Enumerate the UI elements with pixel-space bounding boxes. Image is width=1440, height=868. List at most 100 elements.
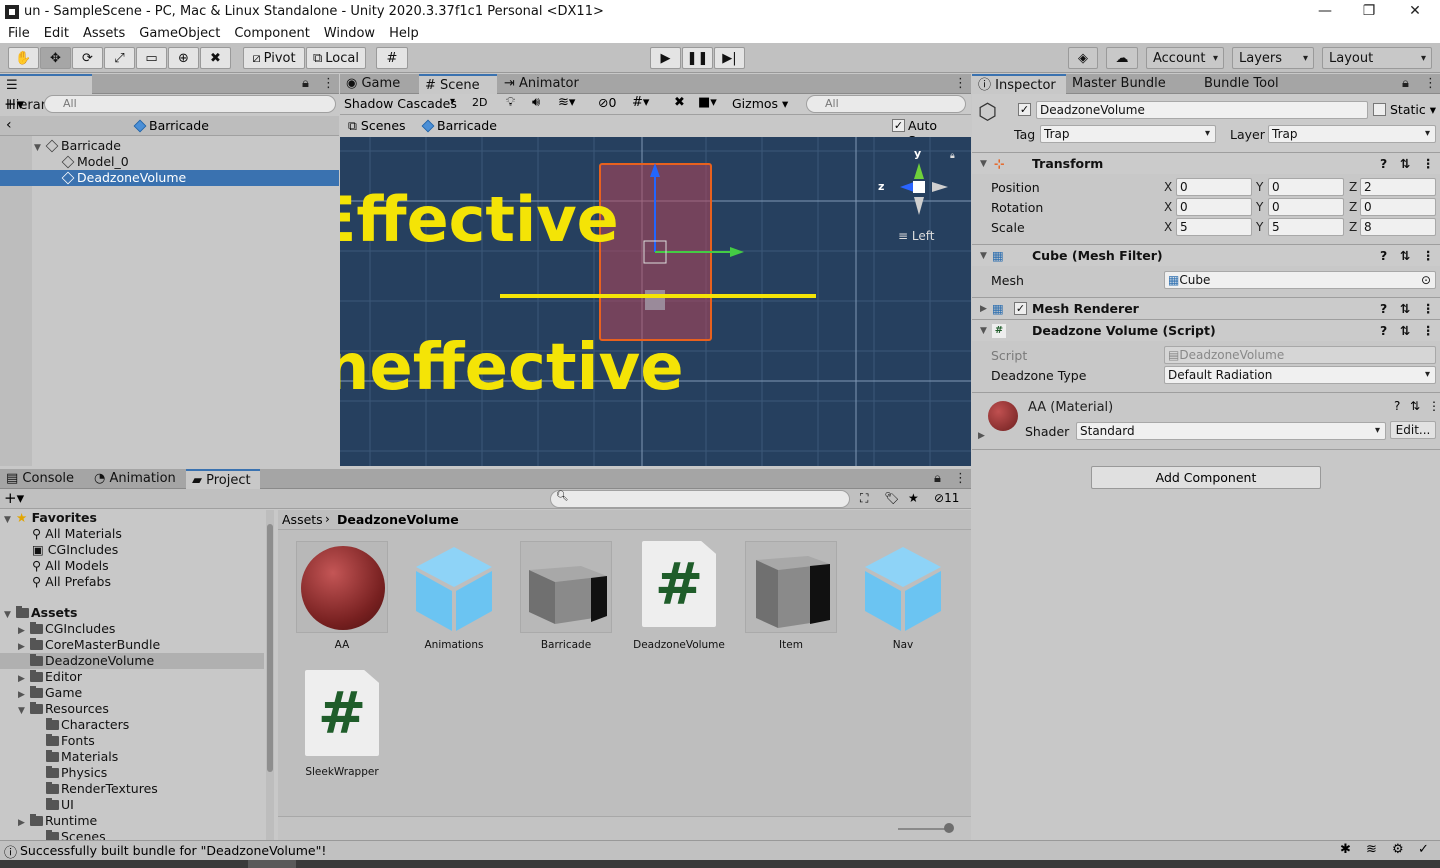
preset-icon[interactable]: ⇅ [1400,298,1410,320]
folder-item[interactable]: Characters [46,717,129,733]
account-dropdown[interactable]: Account [1146,47,1224,69]
menu-file[interactable]: File [4,26,34,41]
gizmo-lock-icon[interactable]: 🔒︎ [950,151,955,161]
folder-item[interactable]: ▶ Runtime [18,813,97,829]
rect-tool-button[interactable]: ▭ [136,47,167,69]
help-icon[interactable]: ? [1380,153,1387,175]
maximize-button[interactable]: ❐ [1346,0,1392,23]
meshrenderer-enabled-checkbox[interactable]: ✓ [1014,302,1027,315]
hidden-objects-toggle[interactable]: ⊘0 [598,95,616,110]
layers-dropdown[interactable]: Layers [1232,47,1314,69]
tab-scene[interactable]: # Scene [419,74,497,94]
asset-item[interactable]: AA [294,541,390,651]
favorite-item[interactable]: ▣ CGIncludes [32,542,118,558]
tree-item-deadzonevolume[interactable]: DeadzoneVolume [0,170,339,186]
scale-tool-button[interactable]: ⤢ [104,47,135,69]
move-tool-button[interactable]: ✥ [40,47,71,69]
pause-button[interactable]: ❚❚ [682,47,713,69]
icon-size-slider-thumb[interactable] [944,823,954,833]
tab-project[interactable]: ▰ Project [186,469,260,489]
tree-item-model[interactable]: Model_0 [61,154,129,170]
tree-scrollbar-thumb[interactable] [267,524,273,772]
collab-button[interactable]: ◈ [1068,47,1098,69]
menu-assets[interactable]: Assets [79,26,129,41]
transform-tool-button[interactable]: ⊕ [168,47,199,69]
tree-item-barricade[interactable]: ▼ Barricade [34,138,121,154]
breadcrumb-assets[interactable]: Assets [282,512,323,527]
component-menu-icon[interactable]: ⋮ [1428,399,1440,413]
asset-item[interactable]: Nav [855,541,951,651]
create-plus-button[interactable]: +▾ [4,489,24,507]
scene-viewport[interactable]: Effective Ineffective y z 🔒︎ ≡ Left [340,137,971,466]
asset-item[interactable]: Item [743,541,839,651]
tree-scrollbar[interactable] [266,510,274,840]
deadzone-type-dropdown[interactable]: Default Radiation [1164,366,1436,384]
2d-toggle[interactable]: 2D [472,96,487,109]
kebab-menu-icon[interactable]: ⋮ [954,76,967,91]
tools-toggle-icon[interactable]: ✖ [674,95,685,110]
camera-toggle-icon[interactable]: ■▾ [698,95,717,110]
scale-y-field[interactable]: 5 [1268,218,1344,236]
help-icon[interactable]: ? [1380,320,1387,342]
kebab-menu-icon[interactable]: ⋮ [1424,76,1437,91]
auto-generate-icon[interactable]: ⚙ [1392,842,1404,857]
project-search-input[interactable] [550,490,850,508]
component-menu-icon[interactable]: ⋮ [1422,153,1435,175]
asset-item[interactable]: Animations [406,541,502,651]
folder-item[interactable]: ▶ CGIncludes [18,621,115,637]
step-button[interactable]: ▶| [714,47,745,69]
scale-z-field[interactable]: 8 [1360,218,1436,236]
static-checkbox[interactable] [1373,103,1386,116]
kebab-menu-icon[interactable]: ⋮ [954,471,967,486]
component-menu-icon[interactable]: ⋮ [1422,245,1435,267]
tab-master-bundle-tool[interactable]: Master Bundle Tool [1066,74,1196,111]
tab-game[interactable]: ◉ Game [340,74,418,94]
static-dropdown[interactable]: Static ▾ [1390,102,1436,117]
search-by-type-icon[interactable]: ⛶ [860,491,868,506]
preset-icon[interactable]: ⇅ [1400,153,1410,175]
menu-component[interactable]: Component [230,26,313,41]
tab-animator[interactable]: ⇥ Animator [498,74,588,94]
check-status-icon[interactable]: ✓ [1418,842,1429,857]
back-arrow-icon[interactable]: ‹ [6,117,12,133]
mesh-field[interactable]: ▦Cube ⊙ [1164,271,1436,289]
preset-icon[interactable]: ⇅ [1400,245,1410,267]
cloud-button[interactable]: ☁ [1106,47,1138,69]
menu-gameobject[interactable]: GameObject [135,26,224,41]
shader-dropdown[interactable]: Standard [1076,422,1386,440]
effects-toggle-icon[interactable]: ≋▾ [558,95,575,110]
asset-item[interactable]: # DeadzoneVolume [631,541,727,651]
y-axis-arrow-icon[interactable] [730,247,744,257]
tab-bundle-tool[interactable]: Bundle Tool [1198,74,1288,94]
folder-item[interactable]: ▶ Game [18,685,82,701]
menu-window[interactable]: Window [320,26,379,41]
assets-root[interactable]: ▼ Assets [4,605,77,621]
component-menu-icon[interactable]: ⋮ [1422,320,1435,342]
tab-console[interactable]: ▤ Console [0,469,86,489]
favorite-item[interactable]: ⚲ All Models [32,558,109,574]
meshfilter-header[interactable]: ▼ ▦ Cube (Mesh Filter) ? ⇅ ⋮ [972,244,1440,266]
preset-icon[interactable]: ⇅ [1400,320,1410,342]
rotate-tool-button[interactable]: ⟳ [72,47,103,69]
folder-item[interactable]: Materials [46,749,118,765]
folder-item[interactable]: ▶ CoreMasterBundle [18,637,160,653]
icon-size-slider-track[interactable] [898,828,948,830]
lock-icon[interactable]: 🔒︎ [1402,76,1409,91]
breadcrumb-prefab[interactable]: Barricade [421,118,497,133]
pivot-toggle[interactable]: ⧄ Pivot [243,47,305,69]
create-plus-button[interactable]: +▾ [4,95,24,113]
play-button[interactable]: ▶ [650,47,681,69]
lock-icon[interactable]: 🔒︎ [934,471,941,486]
favorites-header[interactable]: ▼ ★ Favorites [4,510,97,526]
close-button[interactable]: ✕ [1392,0,1438,23]
object-name-field[interactable]: DeadzoneVolume [1036,101,1368,119]
object-picker-icon[interactable]: ⊙ [1421,272,1431,288]
breadcrumb-current[interactable]: DeadzoneVolume [337,512,459,527]
folder-item-selected[interactable]: DeadzoneVolume [0,653,264,669]
lighting-toggle-icon[interactable]: 💡︎ [506,95,515,110]
rotation-y-field[interactable]: 0 [1268,198,1344,216]
bug-icon[interactable]: ✱ [1340,842,1351,857]
favorite-item[interactable]: ⚲ All Prefabs [32,574,111,590]
folder-item[interactable]: UI [46,797,74,813]
script-component-header[interactable]: ▼ # Deadzone Volume (Script) ? ⇅ ⋮ [972,319,1440,341]
